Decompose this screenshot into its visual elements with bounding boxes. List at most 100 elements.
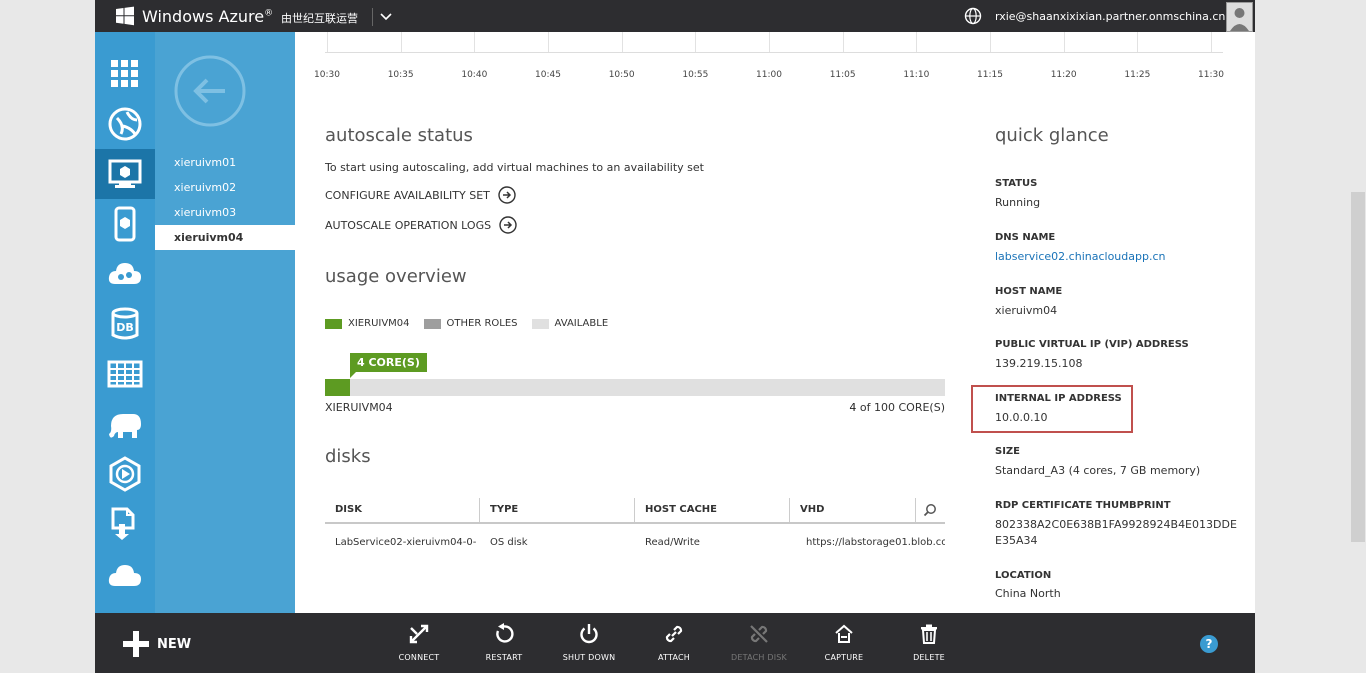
help-button[interactable]: ? [1200,635,1218,653]
chevron-down-icon[interactable] [379,9,393,23]
dns-name-link[interactable]: labservice02.chinacloudapp.cn [995,250,1165,263]
size-value: Standard_A3 (4 cores, 7 GB memory) [995,464,1201,477]
portal-frame: Windows Azure® 由世纪互联运营 rxie@shaanxixixia… [95,0,1255,673]
shut-down-button[interactable]: SHUT DOWN [554,623,624,662]
delete-button[interactable]: DELETE [894,623,964,662]
attach-link-icon [665,625,683,643]
autoscale-operation-logs-label: AUTOSCALE OPERATION LOGS [325,218,492,232]
autoscale-operation-logs-link[interactable]: AUTOSCALE OPERATION LOGS [325,216,517,234]
attach-button[interactable]: ATTACH [639,623,709,662]
location-value: China North [995,587,1061,600]
chart-gridline [1137,32,1139,52]
elephant-icon [109,414,141,438]
disks-title: disks [325,446,371,467]
chart-gridline [769,32,770,52]
globe-icon[interactable] [964,7,982,25]
column-separator [634,498,635,522]
disk-host-cache-cell: Read/Write [645,537,700,548]
grid-icon [111,60,138,87]
legend-vm: XIERUIVM04 [325,318,410,329]
chart-gridline [695,32,697,52]
back-arrow-icon[interactable] [173,54,247,128]
monitor-chart-grid [325,32,1223,53]
legend-available: AVAILABLE [531,318,608,329]
avatar[interactable] [1226,2,1253,32]
svg-text:DB: DB [116,321,134,334]
vm-subnav: xieruivm01 xieruivm02 xieruivm03 xieruiv… [155,32,295,613]
vm-list-item-xieruivm03[interactable]: xieruivm03 [155,200,295,225]
windows-logo-icon [116,6,134,26]
detach-disk-button[interactable]: DETACH DISK [724,623,794,662]
account-name[interactable]: rxie@shaanxixixian.partner.onmschina.cn [995,10,1225,23]
disk-name-cell: LabService02-xieruivm04-0- [335,537,477,548]
column-header-vhd[interactable]: VHD [800,504,824,515]
legend-swatch-other [423,318,441,329]
usage-legend: XIERUIVM04 OTHER ROLES AVAILABLE [325,318,622,329]
user-avatar-icon [1230,8,1249,31]
chart-gridline [400,32,402,52]
top-separator [372,8,373,26]
chart-tick-label: 11:10 [903,70,930,80]
vm-list-item-xieruivm04[interactable]: xieruivm04 [155,225,295,250]
dns-name-label: DNS NAME [995,232,1056,243]
rail-item-mobile-services[interactable] [95,199,155,249]
connect-icon [409,624,429,644]
chart-tick-label: 10:50 [608,70,635,80]
column-separator [479,498,480,522]
chart-tick-label: 11:05 [829,70,856,80]
column-separator [789,498,790,522]
page-scrollbar[interactable] [1351,192,1365,542]
autoscale-title: autoscale status [325,125,473,146]
legend-swatch-available [531,318,549,329]
chart-gridline [327,32,328,52]
rail-item-hdinsight[interactable] [95,399,155,449]
connect-button[interactable]: CONNECT [384,623,454,662]
rail-item-media-services[interactable] [95,449,155,499]
chart-tick-label: 11:20 [1050,70,1077,80]
rail-item-sql-databases[interactable]: DB [95,299,155,349]
column-header-disk[interactable]: DISK [335,504,362,515]
chart-tick-label: 11:30 [1198,70,1224,80]
vm-list-item-xieruivm02[interactable]: xieruivm02 [155,175,295,200]
restart-button[interactable]: RESTART [469,623,539,662]
capture-button[interactable]: CAPTURE [809,623,879,662]
rdp-thumbprint-value-line1: 802338A2C0E638B1FA9928924B4E013DDE [995,518,1237,531]
table-row[interactable]: LabService02-xieruivm04-0- OS disk Read/… [325,524,945,564]
web-sites-icon [108,107,142,141]
usage-vm-name: XIERUIVM04 [325,401,393,414]
top-bar: Windows Azure® 由世纪互联运营 rxie@shaanxixixia… [95,0,1255,32]
mobile-services-icon [114,206,136,242]
rail-item-virtual-machines[interactable] [95,149,155,199]
new-button[interactable]: NEW [123,631,191,657]
search-icon[interactable] [923,503,937,517]
chart-tick-label: 11:25 [1124,70,1151,80]
disks-table: DISK TYPE HOST CACHE VHD LabService02-xi… [325,498,945,564]
usage-bar [325,379,945,396]
autoscale-description: To start using autoscaling, add virtual … [325,161,704,174]
column-header-type[interactable]: TYPE [490,504,518,515]
rail-item-active-directory[interactable] [95,549,155,599]
legend-swatch-vm [325,318,342,329]
column-header-host-cache[interactable]: HOST CACHE [645,504,717,515]
vm-list-item-xieruivm01[interactable]: xieruivm01 [155,150,295,175]
rail-item-cloud-services[interactable] [95,249,155,299]
status-label: STATUS [995,178,1038,189]
chart-tick-label: 10:40 [461,70,488,80]
plus-icon [123,631,149,657]
service-bus-icon [111,507,135,540]
connect-label: CONNECT [398,653,440,662]
rdp-thumbprint-value-line2: E35A34 [995,534,1038,547]
chart-gridline [916,32,918,52]
rail-item-service-bus[interactable] [95,499,155,549]
trash-icon [921,624,937,644]
cloud-icon [108,565,141,586]
service-rail: DB [95,32,155,613]
column-separator [915,498,916,522]
detach-disk-label: DETACH DISK [730,653,787,662]
configure-availability-set-link[interactable]: CONFIGURE AVAILABILITY SET [325,186,516,204]
rail-item-all-items[interactable] [95,49,155,99]
brand[interactable]: Windows Azure® [115,6,273,26]
rail-item-web-sites[interactable] [95,99,155,149]
rail-item-storage[interactable] [95,349,155,399]
attach-label: ATTACH [658,653,690,662]
